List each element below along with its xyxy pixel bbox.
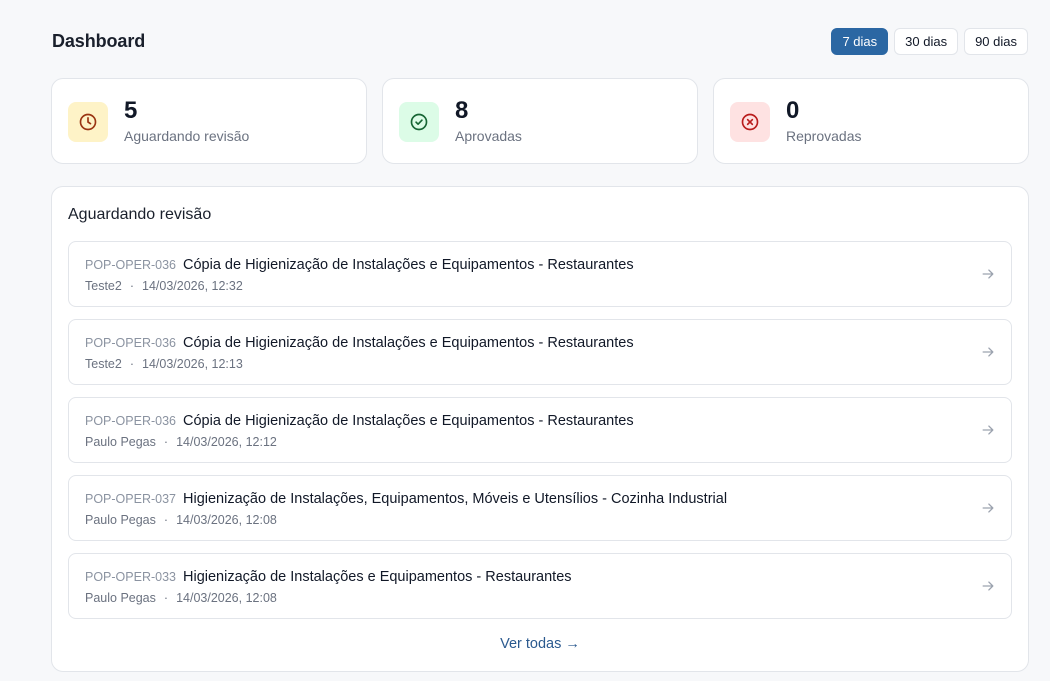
document-date: 14/03/2026, 12:13: [142, 357, 243, 371]
range-30-days-button[interactable]: 30 dias: [894, 27, 959, 55]
document-title: Cópia de Higienização de Instalações e E…: [183, 413, 634, 429]
stat-value: 8: [455, 97, 469, 124]
document-date: 14/03/2026, 12:32: [142, 279, 243, 293]
separator: ·: [129, 279, 135, 293]
arrow-right-icon[interactable]: [981, 579, 995, 593]
separator: ·: [163, 513, 169, 527]
arrow-right-icon[interactable]: [981, 501, 995, 515]
document-date: 14/03/2026, 12:08: [176, 591, 277, 605]
stat-card-rejected: 0 Reprovadas: [713, 78, 1029, 164]
dashboard-header: Dashboard 7 dias 30 dias 90 dias: [52, 26, 1028, 56]
separator: ·: [129, 357, 135, 371]
stat-label: Aprovadas: [455, 128, 522, 144]
document-code: POP-OPER-036: [85, 414, 177, 428]
document-author: Teste2: [85, 357, 122, 371]
document-code: POP-OPER-037: [85, 492, 177, 506]
arrow-right-icon[interactable]: [981, 267, 995, 281]
arrow-right-icon[interactable]: [981, 423, 995, 437]
check-circle-icon: [399, 102, 439, 142]
stats-row: 5 Aguardando revisão 8 Aprovadas 0 Repro…: [51, 78, 1029, 164]
list-item[interactable]: POP-OPER-036 Cópia de Higienização de In…: [68, 397, 1012, 463]
document-title: Higienização de Instalações e Equipament…: [183, 569, 572, 585]
document-code: POP-OPER-036: [85, 258, 177, 272]
document-date: 14/03/2026, 12:12: [176, 435, 277, 449]
pending-review-panel: Aguardando revisão POP-OPER-036 Cópia de…: [51, 186, 1029, 672]
list-item[interactable]: POP-OPER-036 Cópia de Higienização de In…: [68, 319, 1012, 385]
pending-review-list: POP-OPER-036 Cópia de Higienização de In…: [68, 241, 1012, 631]
list-item[interactable]: POP-OPER-033 Higienização de Instalações…: [68, 553, 1012, 619]
arrow-right-icon[interactable]: [981, 345, 995, 359]
stat-card-approved: 8 Aprovadas: [382, 78, 698, 164]
document-author: Paulo Pegas: [85, 591, 156, 605]
view-all-link[interactable]: Ver todas →: [52, 636, 1028, 652]
date-range-selector: 7 dias 30 dias 90 dias: [831, 27, 1028, 55]
range-7-days-button[interactable]: 7 dias: [831, 27, 889, 55]
stat-value: 0: [786, 97, 800, 124]
page-title: Dashboard: [52, 30, 146, 51]
document-code: POP-OPER-036: [85, 336, 177, 350]
document-date: 14/03/2026, 12:08: [176, 513, 277, 527]
document-author: Paulo Pegas: [85, 513, 156, 527]
list-item[interactable]: POP-OPER-036 Cópia de Higienização de In…: [68, 241, 1012, 307]
stat-card-pending: 5 Aguardando revisão: [51, 78, 367, 164]
stat-value: 5: [124, 97, 138, 124]
x-circle-icon: [730, 102, 770, 142]
panel-title: Aguardando revisão: [68, 206, 212, 223]
separator: ·: [163, 591, 169, 605]
document-author: Teste2: [85, 279, 122, 293]
document-title: Higienização de Instalações, Equipamento…: [183, 491, 728, 507]
document-code: POP-OPER-033: [85, 570, 177, 584]
stat-label: Reprovadas: [786, 128, 862, 144]
clock-icon: [68, 102, 108, 142]
document-title: Cópia de Higienização de Instalações e E…: [183, 257, 634, 273]
document-author: Paulo Pegas: [85, 435, 156, 449]
list-item[interactable]: POP-OPER-037 Higienização de Instalações…: [68, 475, 1012, 541]
separator: ·: [163, 435, 169, 449]
document-title: Cópia de Higienização de Instalações e E…: [183, 335, 634, 351]
range-90-days-button[interactable]: 90 dias: [964, 27, 1028, 55]
stat-label: Aguardando revisão: [124, 128, 250, 144]
